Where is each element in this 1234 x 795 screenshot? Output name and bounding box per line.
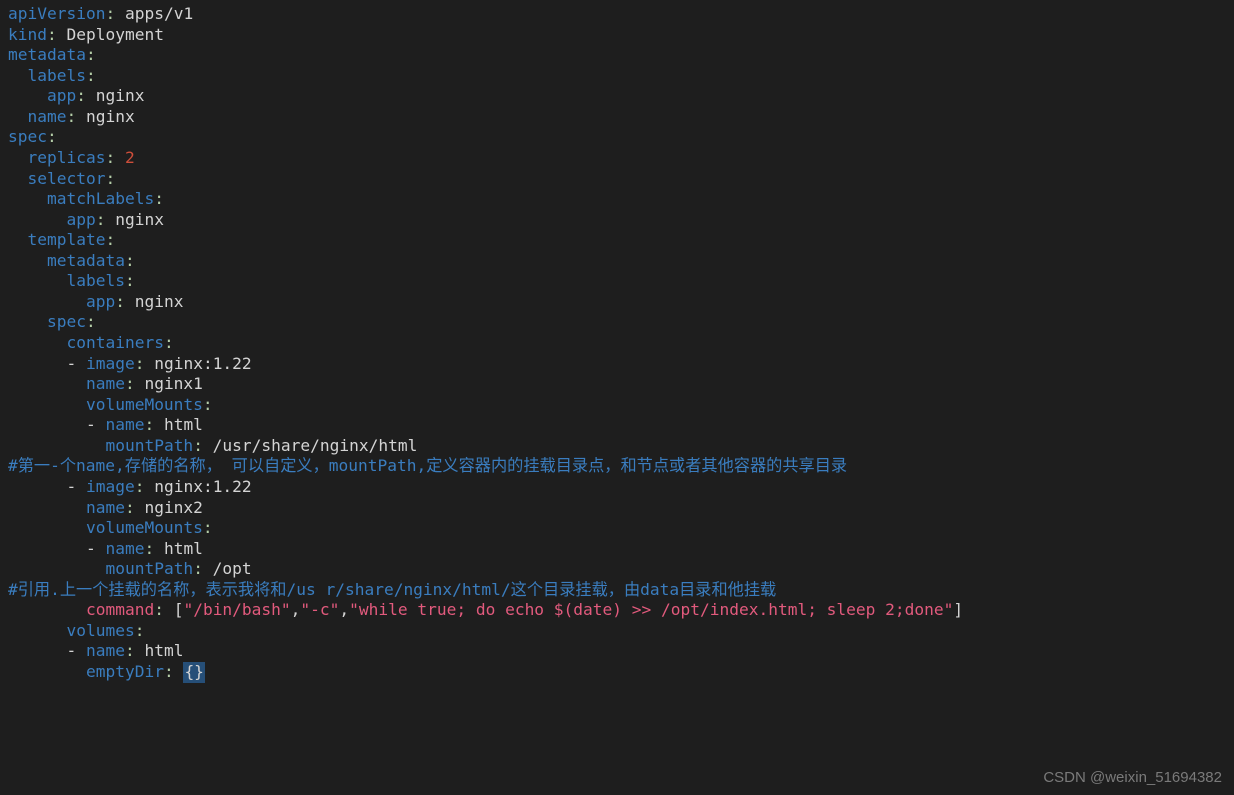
line-25: volumeMounts: bbox=[86, 518, 213, 537]
line-7: spec: bbox=[8, 127, 57, 146]
line-27: mountPath: /opt bbox=[105, 559, 251, 578]
line-14: labels: bbox=[66, 271, 134, 290]
cursor-brace: {} bbox=[183, 662, 205, 683]
line-18: - image: nginx:1.22 bbox=[66, 354, 251, 373]
line-8: replicas: 2 bbox=[28, 148, 135, 167]
comment-2: #引用.上一个挂载的名称，表示我将和/us r/share/nginx/html… bbox=[8, 580, 776, 599]
line-1: apiVersion: apps/v1 bbox=[8, 4, 193, 23]
line-6: name: nginx bbox=[28, 107, 135, 126]
line-20: volumeMounts: bbox=[86, 395, 213, 414]
line-31: emptyDir: {} bbox=[86, 662, 205, 681]
line-24: name: nginx2 bbox=[86, 498, 203, 517]
line-30: - name: html bbox=[66, 641, 183, 660]
line-22: mountPath: /usr/share/nginx/html bbox=[105, 436, 417, 455]
comment-1: #第一-个name,存储的名称， 可以自定义，mountPath,定义容器内的挂… bbox=[8, 456, 847, 475]
line-28: command: ["/bin/bash","-c","while true; … bbox=[86, 600, 963, 619]
line-26: - name: html bbox=[86, 539, 203, 558]
line-5: app: nginx bbox=[47, 86, 144, 105]
line-9: selector: bbox=[28, 169, 116, 188]
line-2: kind: Deployment bbox=[8, 25, 164, 44]
line-19: name: nginx1 bbox=[86, 374, 203, 393]
line-12: template: bbox=[28, 230, 116, 249]
line-13: metadata: bbox=[47, 251, 135, 270]
line-10: matchLabels: bbox=[47, 189, 164, 208]
line-3: metadata: bbox=[8, 45, 96, 64]
line-15: app: nginx bbox=[86, 292, 183, 311]
line-11: app: nginx bbox=[66, 210, 163, 229]
line-4: labels: bbox=[28, 66, 96, 85]
line-17: containers: bbox=[66, 333, 173, 352]
yaml-code-block: apiVersion: apps/v1 kind: Deployment met… bbox=[0, 0, 1234, 689]
watermark: CSDN @weixin_51694382 bbox=[1043, 768, 1222, 787]
line-23: - image: nginx:1.22 bbox=[66, 477, 251, 496]
line-16: spec: bbox=[47, 312, 96, 331]
line-21: - name: html bbox=[86, 415, 203, 434]
line-29: volumes: bbox=[66, 621, 144, 640]
